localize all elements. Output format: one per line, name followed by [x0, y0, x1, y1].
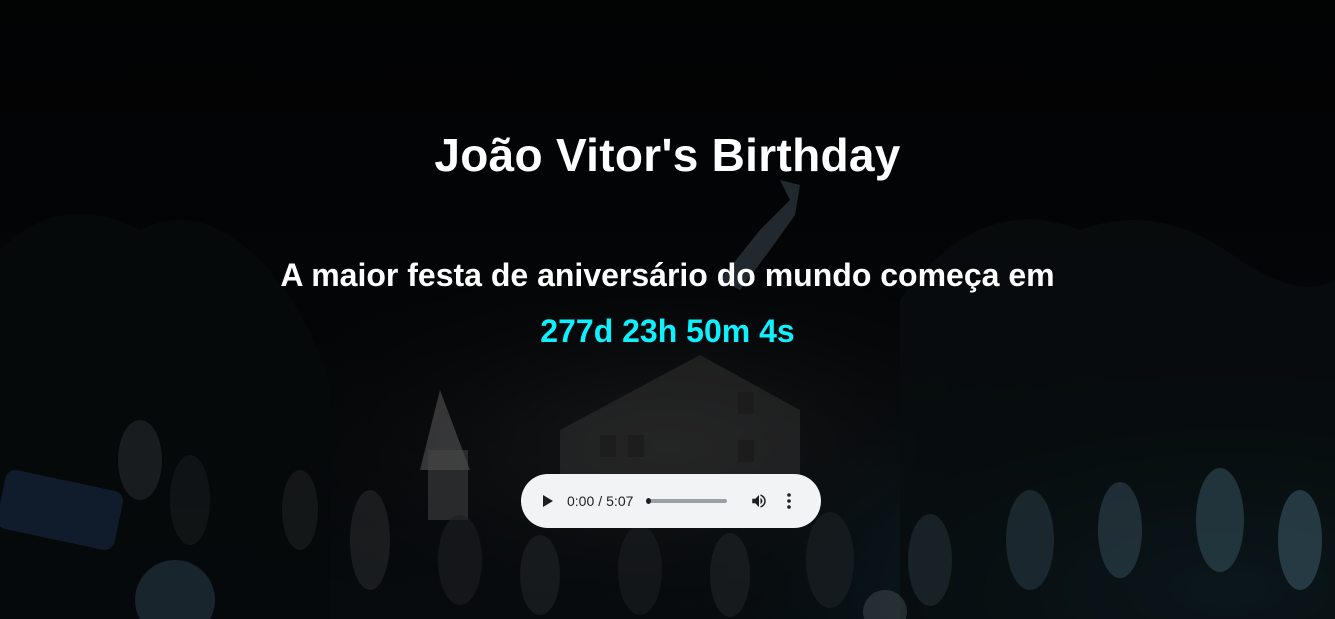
- audio-progress-thumb[interactable]: [646, 498, 652, 504]
- countdown-timer: 277d 23h 50m 4s: [540, 313, 795, 349]
- page: João Vitor's Birthday A maior festa de a…: [0, 0, 1335, 619]
- audio-progress-slider[interactable]: [646, 498, 728, 504]
- current-time: 0:00: [567, 493, 595, 509]
- countdown-caption: A maior festa de aniversário do mundo co…: [280, 257, 1055, 293]
- volume-icon[interactable]: [747, 489, 771, 513]
- audio-time-display: 0:00/5:07: [567, 493, 633, 509]
- page-title: João Vitor's Birthday: [434, 129, 901, 181]
- time-separator: /: [598, 493, 603, 509]
- play-icon[interactable]: [537, 490, 559, 512]
- audio-player[interactable]: 0:00/5:07: [521, 474, 821, 528]
- more-vertical-icon[interactable]: [779, 489, 799, 513]
- duration: 5:07: [606, 493, 634, 509]
